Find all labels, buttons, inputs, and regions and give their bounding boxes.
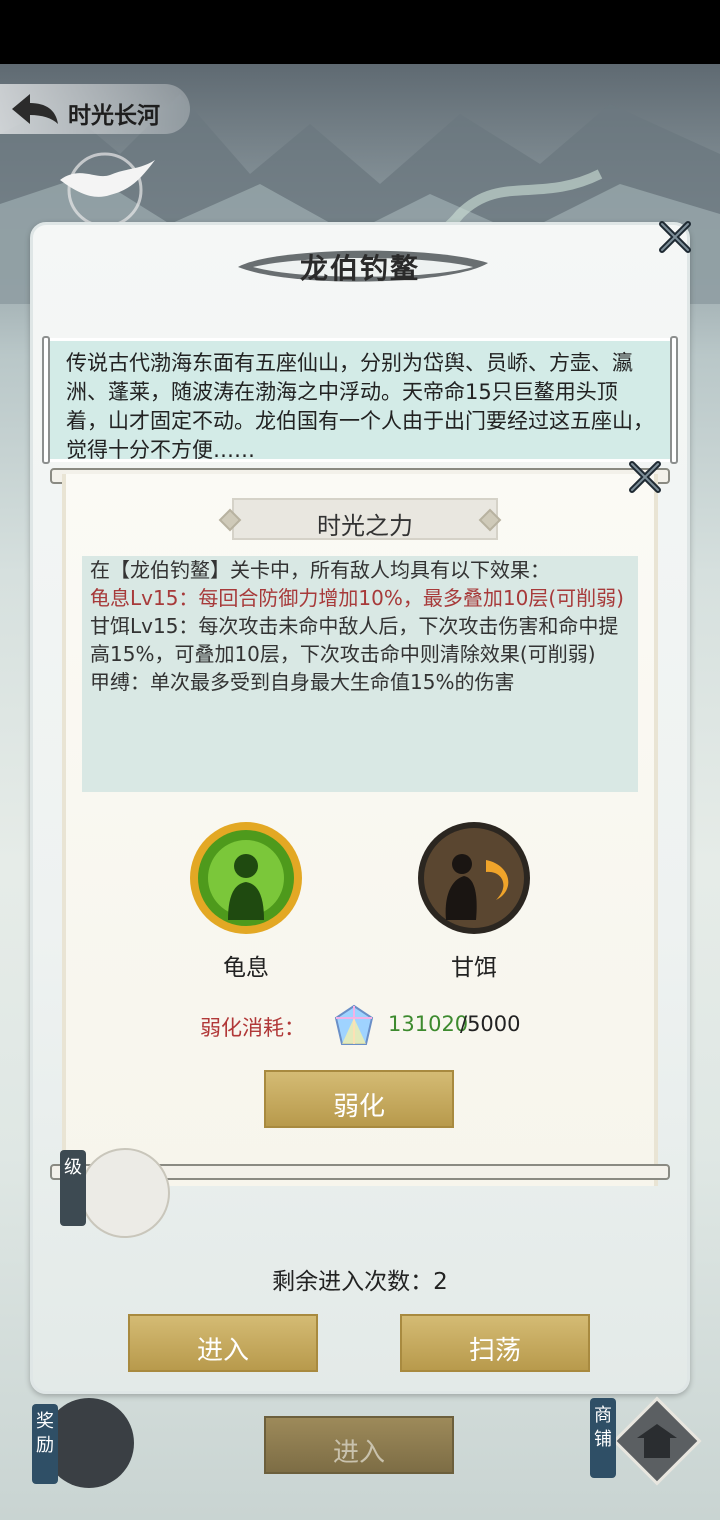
skill-label: 龟息 [223,955,269,981]
shop-tag[interactable]: 商铺 [590,1398,616,1478]
cost-owned: 131020 [388,1012,469,1036]
reward-tag-label: 奖励 [36,1411,54,1456]
enter-button[interactable]: 进入 [128,1314,318,1372]
popup-title: 时光之力 [317,512,413,540]
enter-button-label: 进入 [196,1336,249,1366]
shop-icon[interactable] [612,1396,702,1486]
crane-emblem-icon [60,152,155,228]
skill-label: 甘饵 [451,955,497,981]
turtle-breath-icon[interactable] [188,820,304,936]
effect-turtle-breath: 龟息Lv15：每回合防御力增加10%，最多叠加10层(可削弱) [90,586,624,610]
sweet-bait-icon[interactable] [416,820,532,936]
shop-tag-label: 商铺 [594,1405,612,1450]
back-arrow-icon[interactable] [10,92,60,126]
description-panel: 传说古代渤海东面有五座仙山，分别为岱舆、员峤、方壶、瀛洲、蓬莱，随波涛在渤海之中… [50,338,670,462]
stage-description: 传说古代渤海东面有五座仙山，分别为岱舆、员峤、方壶、瀛洲、蓬莱，随波涛在渤海之中… [66,351,654,462]
close-dialog-icon[interactable] [656,218,694,256]
back-bar[interactable]: 时光长河 [0,84,190,134]
level-tag-label: 级 [64,1157,82,1178]
cost-label: 弱化消耗： [200,1016,305,1040]
scroll-rod-left [42,336,50,464]
page-title: 时光长河 [68,103,160,129]
scroll-rod-right [670,336,678,464]
description-scroll[interactable]: 传说古代渤海东面有五座仙山，分别为岱舆、员峤、方壶、瀛洲、蓬莱，随波涛在渤海之中… [42,336,678,464]
cost-required: /5000 [460,1012,521,1036]
effects-list[interactable]: 在【龙伯钓鳌】关卡中，所有敌人均具有以下效果： 龟息Lv15：每回合防御力增加1… [82,556,638,792]
skill-sweet-bait[interactable]: 甘饵 [414,820,534,982]
weaken-button-label: 弱化 [332,1092,385,1122]
bottom-enter-label: 进入 [332,1438,385,1468]
close-popup-icon[interactable] [626,458,664,496]
effect-intro: 在【龙伯钓鳌】关卡中，所有敌人均具有以下效果： [90,558,550,582]
effect-sweet-bait: 甘饵Lv15：每次攻击未命中敌人后，下次攻击伤害和命中提高15%，可叠加10层，… [90,614,619,666]
skill-turtle-breath[interactable]: 龟息 [186,820,306,982]
popup-title-box: 时光之力 [232,498,498,540]
reward-tag[interactable]: 奖励 [32,1404,58,1484]
weaken-button[interactable]: 弱化 [264,1070,454,1128]
sweep-button[interactable]: 扫荡 [400,1314,590,1372]
level-emblem [80,1148,170,1238]
sweep-button-label: 扫荡 [468,1336,521,1366]
stage-title: 龙伯钓鳌 [299,252,420,285]
bottom-enter-button[interactable]: 进入 [264,1416,454,1474]
gem-icon [334,1004,374,1045]
game-screen: 时光长河 龙伯钓鳌 传说古代渤海东面有五座仙山，分别为岱舆、员峤、方壶、瀛洲、蓬… [0,0,720,1520]
weaken-cost: 弱化消耗： 131020 /5000 [200,1004,600,1046]
remaining-entries: 剩余进入次数：2 [272,1269,448,1295]
level-tag: 级 [60,1150,86,1226]
effect-armor-bind: 甲缚：单次最多受到自身最大生命值15%的伤害 [90,670,515,694]
status-bar-area [0,0,720,64]
